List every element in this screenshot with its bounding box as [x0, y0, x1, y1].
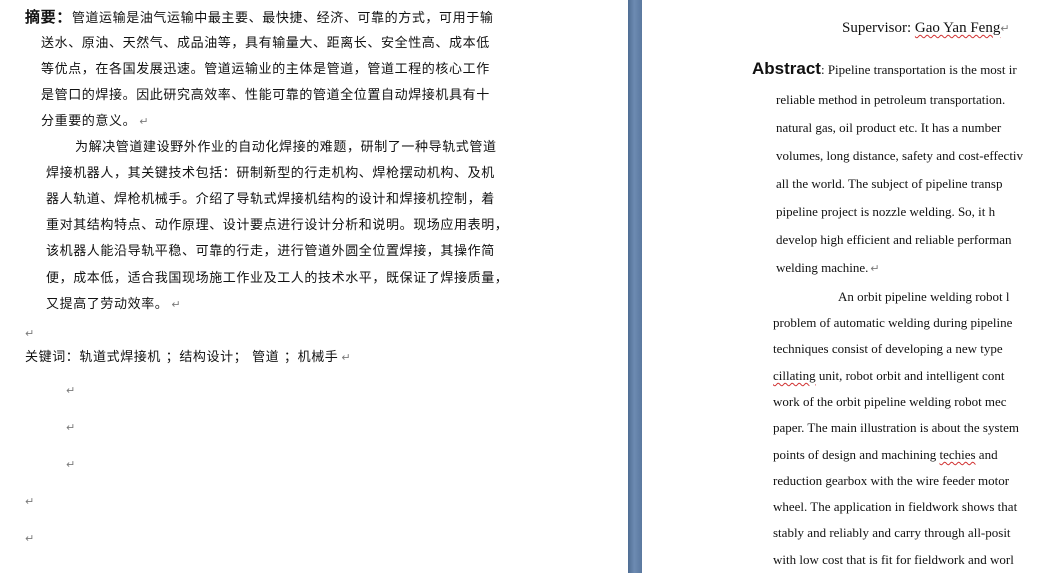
abstract-en-para1-line-7: develop high efficient and reliable perf…: [776, 232, 1012, 247]
abstract-en-para1-line-3: natural gas, oil product etc. It has a n…: [776, 120, 1002, 135]
spelling-flagged-word: cillating: [773, 368, 816, 383]
empty-paragraph-mark-icon: ↵: [66, 384, 76, 397]
abstract-en-para1-line-6: pipeline project is nozzle welding. So, …: [776, 204, 996, 219]
abstract-en-line-1: Abstract: Pipeline transportation is the…: [752, 59, 1017, 78]
paragraph-mark-icon: ↵: [341, 351, 352, 364]
abstract-en-para2-line-6: paper. The main illustration is about th…: [773, 420, 1019, 435]
abstract-para2-line-7: 又提高了劳动效率。 ↵: [46, 297, 182, 312]
empty-paragraph-mark-icon: ↵: [25, 495, 35, 508]
paragraph-mark-icon: ↵: [870, 263, 880, 275]
abstract-en-para1-line-2: reliable method in petroleum transportat…: [776, 92, 1006, 107]
supervisor-name: Gao Yan Feng: [914, 20, 1001, 36]
abstract-en-para1-line-8: welding machine. ↵: [776, 260, 880, 275]
empty-paragraph-mark-icon: ↵: [25, 532, 35, 545]
abstract-para2-line-6: 便，成本低，适合我国现场施工作业及工人的技术水平，既保证了焊接质量，: [46, 271, 509, 286]
spelling-flagged-word: techies: [939, 447, 976, 462]
abstract-en-para2-line-1: An orbit pipeline welding robot l: [838, 289, 1010, 304]
chinese-abstract-page: 摘要：管道运输是油气运输中最主要、最快捷、经济、可靠的方式，可用于输 送水、原油…: [0, 0, 628, 573]
abstract-label: 摘要：: [25, 8, 72, 26]
page-gap-divider: [628, 0, 642, 573]
abstract-para2-line-4: 重对其结构特点、动作原理、设计要点进行设计分析和说明。现场应用表明，: [46, 218, 509, 233]
supervisor-line: Supervisor: Gao Yan Feng↵: [842, 20, 1010, 36]
abstract-en-para2-line-3: techniques consist of developing a new t…: [773, 341, 1003, 356]
abstract-para2-line-2: 焊接机器人，其关键技术包括：研制新型的行走机构、焊枪摆动机构、及机: [46, 166, 495, 181]
abstract-en-para2-line-8: reduction gearbox with the wire feeder m…: [773, 473, 1010, 488]
english-abstract-page: Supervisor: Gao Yan Feng↵ Abstract: Pipe…: [642, 0, 1046, 573]
abstract-para1-line-1: 摘要：管道运输是油气运输中最主要、最快捷、经济、可靠的方式，可用于输: [25, 8, 494, 26]
abstract-en-para1-line-4: volumes, long distance, safety and cost-…: [776, 148, 1024, 163]
abstract-para1-line-5: 分重要的意义。 ↵: [41, 114, 150, 129]
abstract-para2-line-3: 器人轨道、焊枪机械手。介绍了导轨式焊接机结构的设计和焊接机控制，着: [46, 192, 495, 207]
spelling-flagged-word: cillating unit, robot orbit and intellig…: [773, 368, 1005, 383]
abstract-en-para2-line-11: with low cost that is fit for fieldwork …: [773, 552, 1014, 567]
abstract-en-para2-line-2: problem of automatic welding during pipe…: [773, 315, 1013, 330]
abstract-para2-line-1: 为解决管道建设野外作业的自动化焊接的难题，研制了一种导轨式管道: [75, 140, 497, 155]
paragraph-mark-icon: ↵: [1000, 23, 1010, 35]
paragraph-mark-icon: ↵: [139, 115, 150, 128]
abstract-en-para2-line-4: cillating unit, robot orbit and intellig…: [773, 362, 1004, 390]
paragraph-mark-icon: ↵: [171, 298, 182, 311]
abstract-en-para2-line-10: stably and reliably and carry through al…: [773, 525, 1011, 540]
abstract-en-para2-line-7: points of design and machining techies a…: [773, 447, 998, 462]
abstract-en-para1-line-5: all the world. The subject of pipeline t…: [776, 176, 1003, 191]
empty-paragraph-mark-icon: ↵: [66, 458, 76, 471]
abstract-en-label: Abstract: [752, 59, 821, 78]
keywords-line: 关键词：轨道式焊接机 ；结构设计； 管道 ；机械手 ↵: [25, 350, 352, 365]
abstract-para2-line-5: 该机器人能沿导轨平稳、可靠的行走，进行管道外圆全位置焊接，其操作简: [46, 244, 495, 259]
abstract-para1-line-3: 等优点，在各国发展迅速。管道运输业的主体是管道，管道工程的核心工作: [41, 62, 490, 77]
abstract-en-para2-line-9: wheel. The application in fieldwork show…: [773, 499, 1018, 514]
abstract-para1-line-2: 送水、原油、天然气、成品油等，具有输量大、距离长、安全性高、成本低: [41, 36, 490, 51]
empty-paragraph-mark-icon: ↵: [25, 327, 35, 340]
abstract-en-para2-line-5: work of the orbit pipeline welding robot…: [773, 394, 1007, 409]
empty-paragraph-mark-icon: ↵: [66, 421, 76, 434]
abstract-para1-line-4: 是管口的焊接。因此研究高效率、性能可靠的管道全位置自动焊接机具有十: [41, 88, 490, 103]
